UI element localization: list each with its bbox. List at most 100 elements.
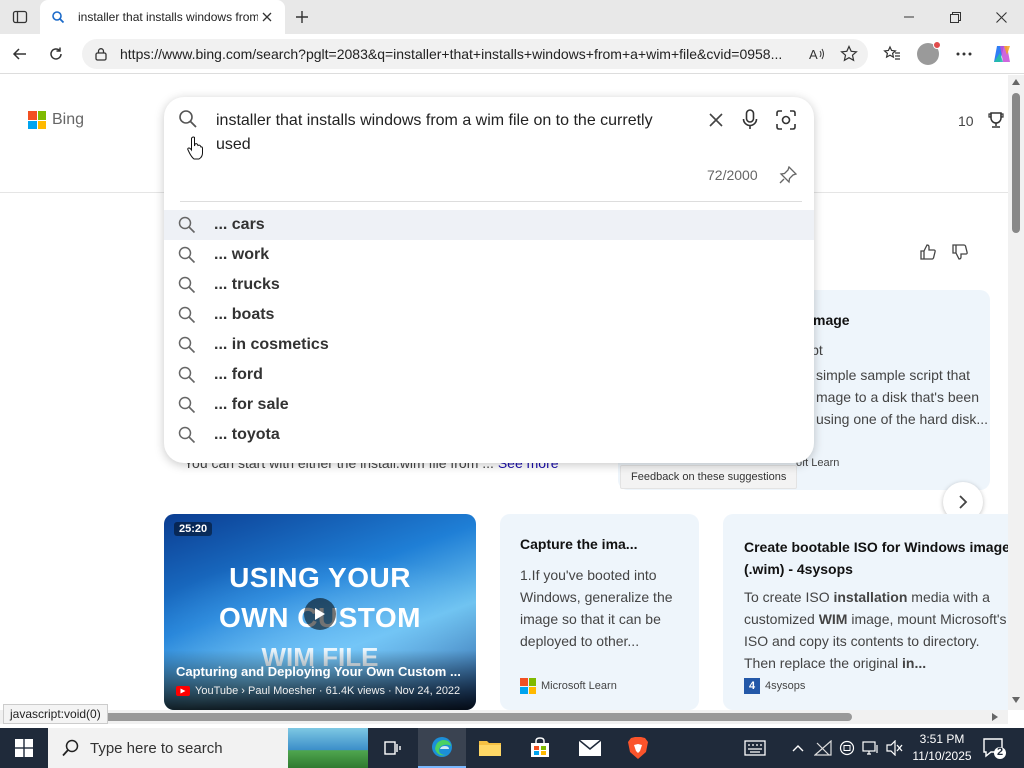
microphone-icon[interactable] [738,108,762,132]
taskbar-clock[interactable]: 3:51 PM 11/10/2025 [910,731,974,765]
profile-button[interactable] [914,40,942,68]
restore-button[interactable] [932,0,978,34]
thumbnail-text-1: USING YOUR [229,562,411,593]
card-body: 1.If you've booted into Windows, general… [520,567,673,649]
feedback-suggestions-link[interactable]: Feedback on these suggestions [620,465,798,489]
pin-icon[interactable] [776,163,800,187]
thumbs-up-icon [920,244,936,260]
rewards-count[interactable]: 10 [958,113,974,129]
url-text: https://www.bing.com/search?pglt=2083&q=… [120,46,783,62]
tray-chevron-up-icon[interactable] [788,728,808,768]
result-card-capture[interactable]: Capture the ima... 1.If you've booted in… [500,514,699,710]
address-bar[interactable]: https://www.bing.com/search?pglt=2083&q=… [82,39,868,69]
suggestion-text: ... ford [214,366,263,383]
4sysops-logo-icon: 4 [744,678,760,694]
search-highlight-image [288,728,368,768]
partial-card-title: mage [813,312,850,328]
start-button[interactable] [0,728,48,768]
tab-actions-button[interactable] [6,5,34,29]
taskbar-store-app[interactable] [516,728,564,768]
suggestion-item[interactable]: ... boats [164,300,814,330]
visual-search-icon[interactable] [774,108,798,132]
result-card-bootable-iso[interactable]: Create bootable ISO for Windows image (.… [723,514,1008,710]
tab-actions-icon [12,10,28,24]
suggestion-text: ... cars [214,216,265,233]
favorite-star-icon[interactable] [840,45,858,68]
tab-close-icon[interactable] [259,9,275,25]
bing-logo-mark-icon [28,111,46,129]
card-body-part: To create ISO [744,589,834,605]
refresh-button[interactable] [42,40,70,68]
suggestion-item[interactable]: ... trucks [164,270,814,300]
search-icon [178,426,196,444]
suggestion-item[interactable]: ... ford [164,360,814,390]
restore-icon [949,11,961,23]
horizontal-scrollbar[interactable] [0,710,1008,724]
vertical-scroll-thumb[interactable] [1012,93,1020,233]
plus-icon [296,11,308,23]
bing-logo[interactable]: Bing [28,111,84,129]
suggestion-item[interactable]: ... cars [164,210,814,240]
scroll-up-icon[interactable] [1012,79,1020,85]
suggestion-text: ... in cosmetics [214,336,329,353]
active-tab[interactable]: installer that installs windows from a w… [40,0,285,34]
new-tab-button[interactable] [290,5,314,29]
rewards-trophy-icon[interactable] [986,110,1006,135]
bing-logo-text: Bing [52,111,85,128]
card-body-bold: WIM [818,611,848,627]
suggestion-text: ... toyota [214,426,280,443]
play-icon[interactable] [304,598,336,630]
settings-more-button[interactable] [950,40,978,68]
clock-date: 11/10/2025 [912,749,972,763]
search-icon [178,336,196,354]
search-icon[interactable] [176,107,200,131]
taskbar-brave-app[interactable] [614,728,662,768]
browser-toolbar: https://www.bing.com/search?pglt=2083&q=… [0,34,1024,74]
tray-network-off-icon[interactable] [812,728,834,768]
scroll-down-icon[interactable] [1012,697,1020,703]
suggestion-item[interactable]: ... toyota [164,420,814,450]
notification-center-button[interactable]: 2 [982,736,1006,760]
taskbar-mail-app[interactable] [566,728,614,768]
vertical-scrollbar[interactable] [1008,75,1024,710]
card-body-bold: in... [902,655,927,671]
tray-volume-muted-icon[interactable] [884,728,906,768]
suggestion-item[interactable]: ... for sale [164,390,814,420]
favorites-list-icon [883,45,900,60]
tray-display-icon[interactable] [860,728,882,768]
favorites-button[interactable] [878,40,906,68]
suggestion-item[interactable]: ... work [164,240,814,270]
tray-keyboard-icon[interactable] [740,728,770,768]
scroll-right-icon[interactable] [992,713,998,721]
partial-card-body: simple sample script that mage to a disk… [816,367,988,427]
mail-icon [578,739,602,756]
copilot-icon [994,46,1010,62]
thumbs-down-icon [952,244,968,260]
read-aloud-icon[interactable]: A [808,45,826,68]
tray-meet-icon[interactable] [836,728,858,768]
taskbar-search-box[interactable]: Type here to search [48,728,368,768]
taskbar-file-explorer-app[interactable] [466,728,514,768]
video-result-card[interactable]: 25:20 USING YOUR OWN CUSTOM WIM FILE Cap… [164,514,476,710]
copilot-button[interactable] [988,40,1016,68]
card-title[interactable]: Create bootable ISO for Windows image (.… [744,536,1008,580]
task-view-button[interactable] [368,728,416,768]
thumbs-up-button[interactable] [917,241,939,263]
thumbs-down-button[interactable] [949,241,971,263]
taskbar-edge-app[interactable] [418,728,466,768]
hand-cursor-icon [187,136,203,160]
video-title[interactable]: Capturing and Deploying Your Own Custom … [176,664,461,679]
back-button[interactable] [6,40,34,68]
microsoft-logo-icon [520,678,536,694]
close-window-button[interactable] [978,0,1024,34]
tab-title: installer that installs windows from a w… [78,10,258,24]
search-icon [178,396,196,414]
minimize-button[interactable] [886,0,932,34]
suggestion-item[interactable]: ... in cosmetics [164,330,814,360]
card-title[interactable]: Capture the ima... [520,536,637,552]
horizontal-scroll-thumb[interactable] [100,713,852,721]
suggestion-text: ... boats [214,306,275,323]
search-input[interactable]: installer that installs windows from a w… [216,109,686,157]
video-meta: YouTube › Paul Moesher · 61.4K views · N… [176,685,460,697]
clear-search-icon[interactable] [704,108,728,132]
